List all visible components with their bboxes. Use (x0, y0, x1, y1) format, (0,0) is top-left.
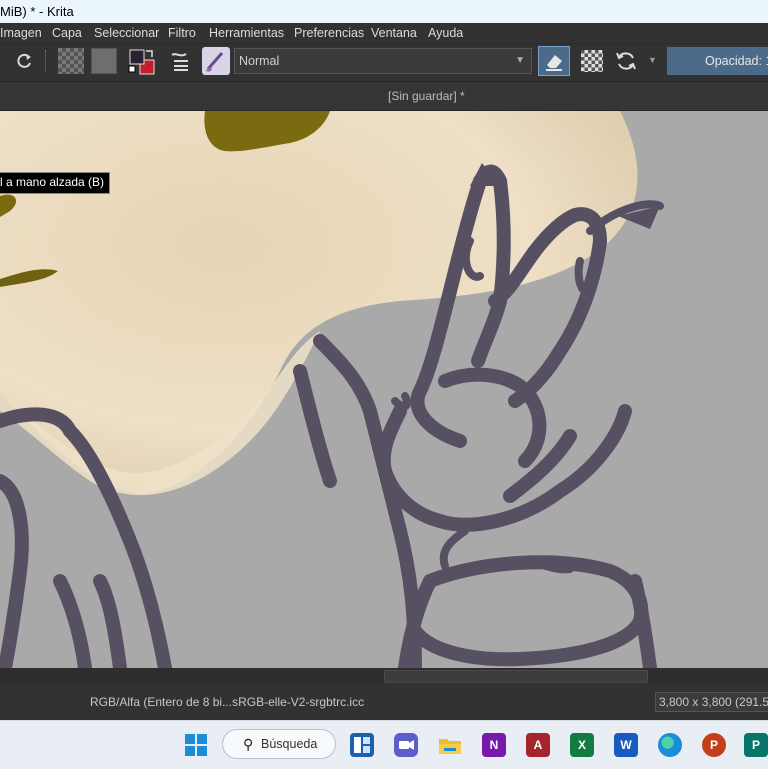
chevron-down-icon: ▼ (515, 55, 525, 66)
access-icon[interactable]: A (526, 733, 550, 757)
blend-mode-select[interactable]: Normal ▼ (234, 48, 532, 74)
toolbar-separator (45, 50, 49, 72)
onenote-icon[interactable]: N (482, 733, 506, 757)
scrollbar-thumb[interactable] (384, 670, 648, 683)
opacity-slider[interactable]: Opacidad: 1 (667, 47, 768, 75)
preserve-alpha-icon[interactable] (581, 50, 603, 72)
menu-preferencias[interactable]: Preferencias (294, 23, 364, 43)
chevron-down-icon[interactable]: ▼ (648, 55, 657, 65)
color-profile-label: RGB/Alfa (Entero de 8 bi...sRGB-elle-V2-… (90, 695, 365, 709)
gradient-selector-icon[interactable] (58, 48, 84, 74)
menu-bar: Imagen Capa Seleccionar Filtro Herramien… (0, 23, 768, 43)
menu-ventana[interactable]: Ventana (371, 23, 417, 43)
taskbar: ⚲ Búsqueda N A X W P P (0, 720, 768, 769)
tool-tooltip: l a mano alzada (B) (0, 172, 111, 194)
menu-imagen[interactable]: Imagen (0, 23, 42, 43)
image-size-value: 3,800 x 3,800 (291.5 M (659, 695, 768, 709)
brush-settings-icon[interactable] (168, 50, 192, 72)
taskbar-search[interactable]: ⚲ Búsqueda (222, 729, 336, 759)
foreground-background-colors-icon[interactable] (128, 48, 156, 76)
edge-icon[interactable] (658, 733, 682, 757)
window-title: MiB) * - Krita (0, 4, 74, 19)
blend-mode-value: Normal (239, 54, 280, 68)
reload-preset-icon[interactable] (614, 49, 638, 73)
document-tab-bar: [Sin guardar] * (0, 81, 768, 111)
teams-icon[interactable] (394, 733, 418, 757)
search-label: Búsqueda (261, 737, 318, 751)
menu-ayuda[interactable]: Ayuda (428, 23, 463, 43)
widgets-icon[interactable] (350, 733, 374, 757)
excel-icon[interactable]: X (570, 733, 594, 757)
start-icon[interactable] (184, 733, 208, 757)
artwork (0, 111, 664, 668)
opacity-label: Opacidad: 1 (705, 54, 768, 68)
status-bar: RGB/Alfa (Entero de 8 bi...sRGB-elle-V2-… (0, 684, 768, 720)
redo-icon[interactable] (16, 52, 34, 70)
menu-capa[interactable]: Capa (52, 23, 82, 43)
brush-preset-icon[interactable] (202, 47, 230, 75)
menu-seleccionar[interactable]: Seleccionar (94, 23, 159, 43)
canvas[interactable] (0, 111, 768, 668)
document-tab-title[interactable]: [Sin guardar] * (388, 82, 465, 110)
pattern-selector-icon[interactable] (91, 48, 117, 74)
eraser-mode-button[interactable] (538, 46, 570, 76)
word-icon[interactable]: W (614, 733, 638, 757)
search-icon: ⚲ (243, 736, 254, 752)
publisher-icon[interactable]: P (744, 733, 768, 757)
title-bar: MiB) * - Krita (0, 0, 768, 23)
horizontal-scrollbar[interactable] (0, 668, 768, 684)
tooltip-text: l a mano alzada (B) (0, 175, 105, 189)
menu-filtro[interactable]: Filtro (168, 23, 196, 43)
image-size-field[interactable]: 3,800 x 3,800 (291.5 M (655, 692, 768, 712)
powerpoint-icon[interactable]: P (702, 733, 726, 757)
file-explorer-icon[interactable] (438, 733, 462, 757)
menu-herramientas[interactable]: Herramientas (209, 23, 284, 43)
